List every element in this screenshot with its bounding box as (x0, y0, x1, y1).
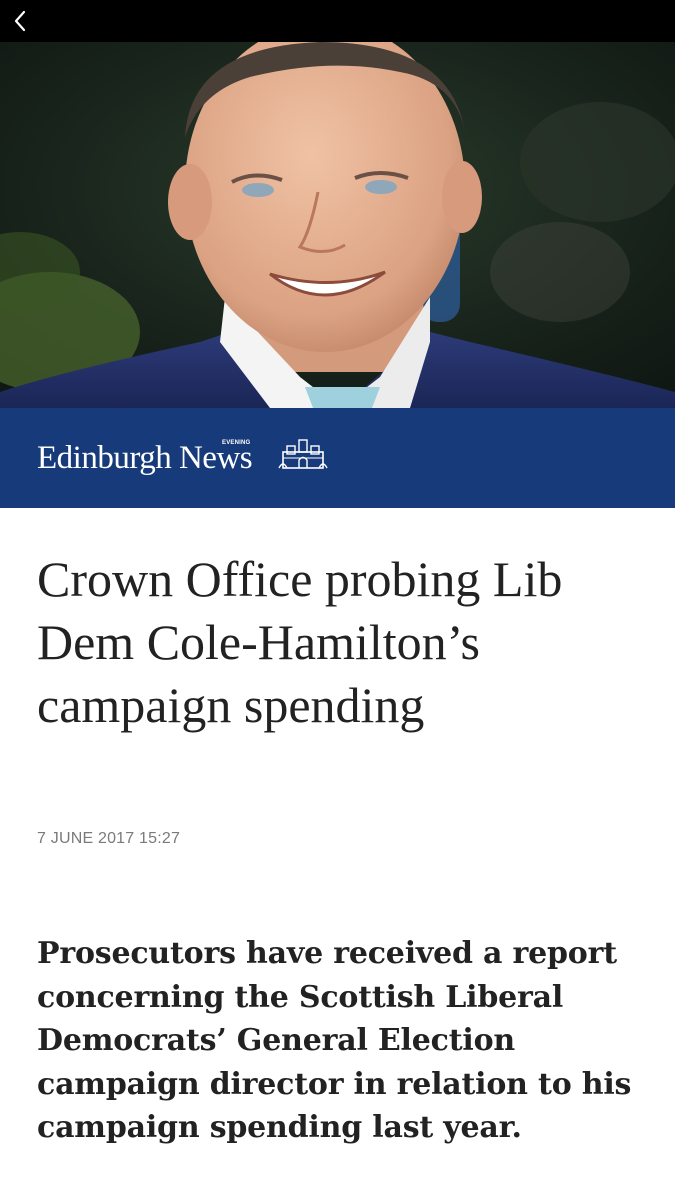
brand-tagline: EVENING (222, 440, 251, 446)
article-hero-image (0, 42, 675, 408)
portrait-photo (0, 42, 675, 408)
article-headline: Crown Office probing Lib Dem Cole-Hamilt… (37, 551, 563, 733)
back-button[interactable] (4, 4, 36, 38)
chevron-left-icon (14, 10, 26, 32)
article-standfirst: Prosecutors have received a report conce… (37, 936, 632, 1145)
brand-logo-text[interactable]: Edinburgh News (37, 438, 253, 478)
article-timestamp: 7 JUNE 2017 15:27 (37, 830, 181, 847)
top-navigation-bar (0, 0, 675, 42)
crest-icon (278, 439, 328, 469)
